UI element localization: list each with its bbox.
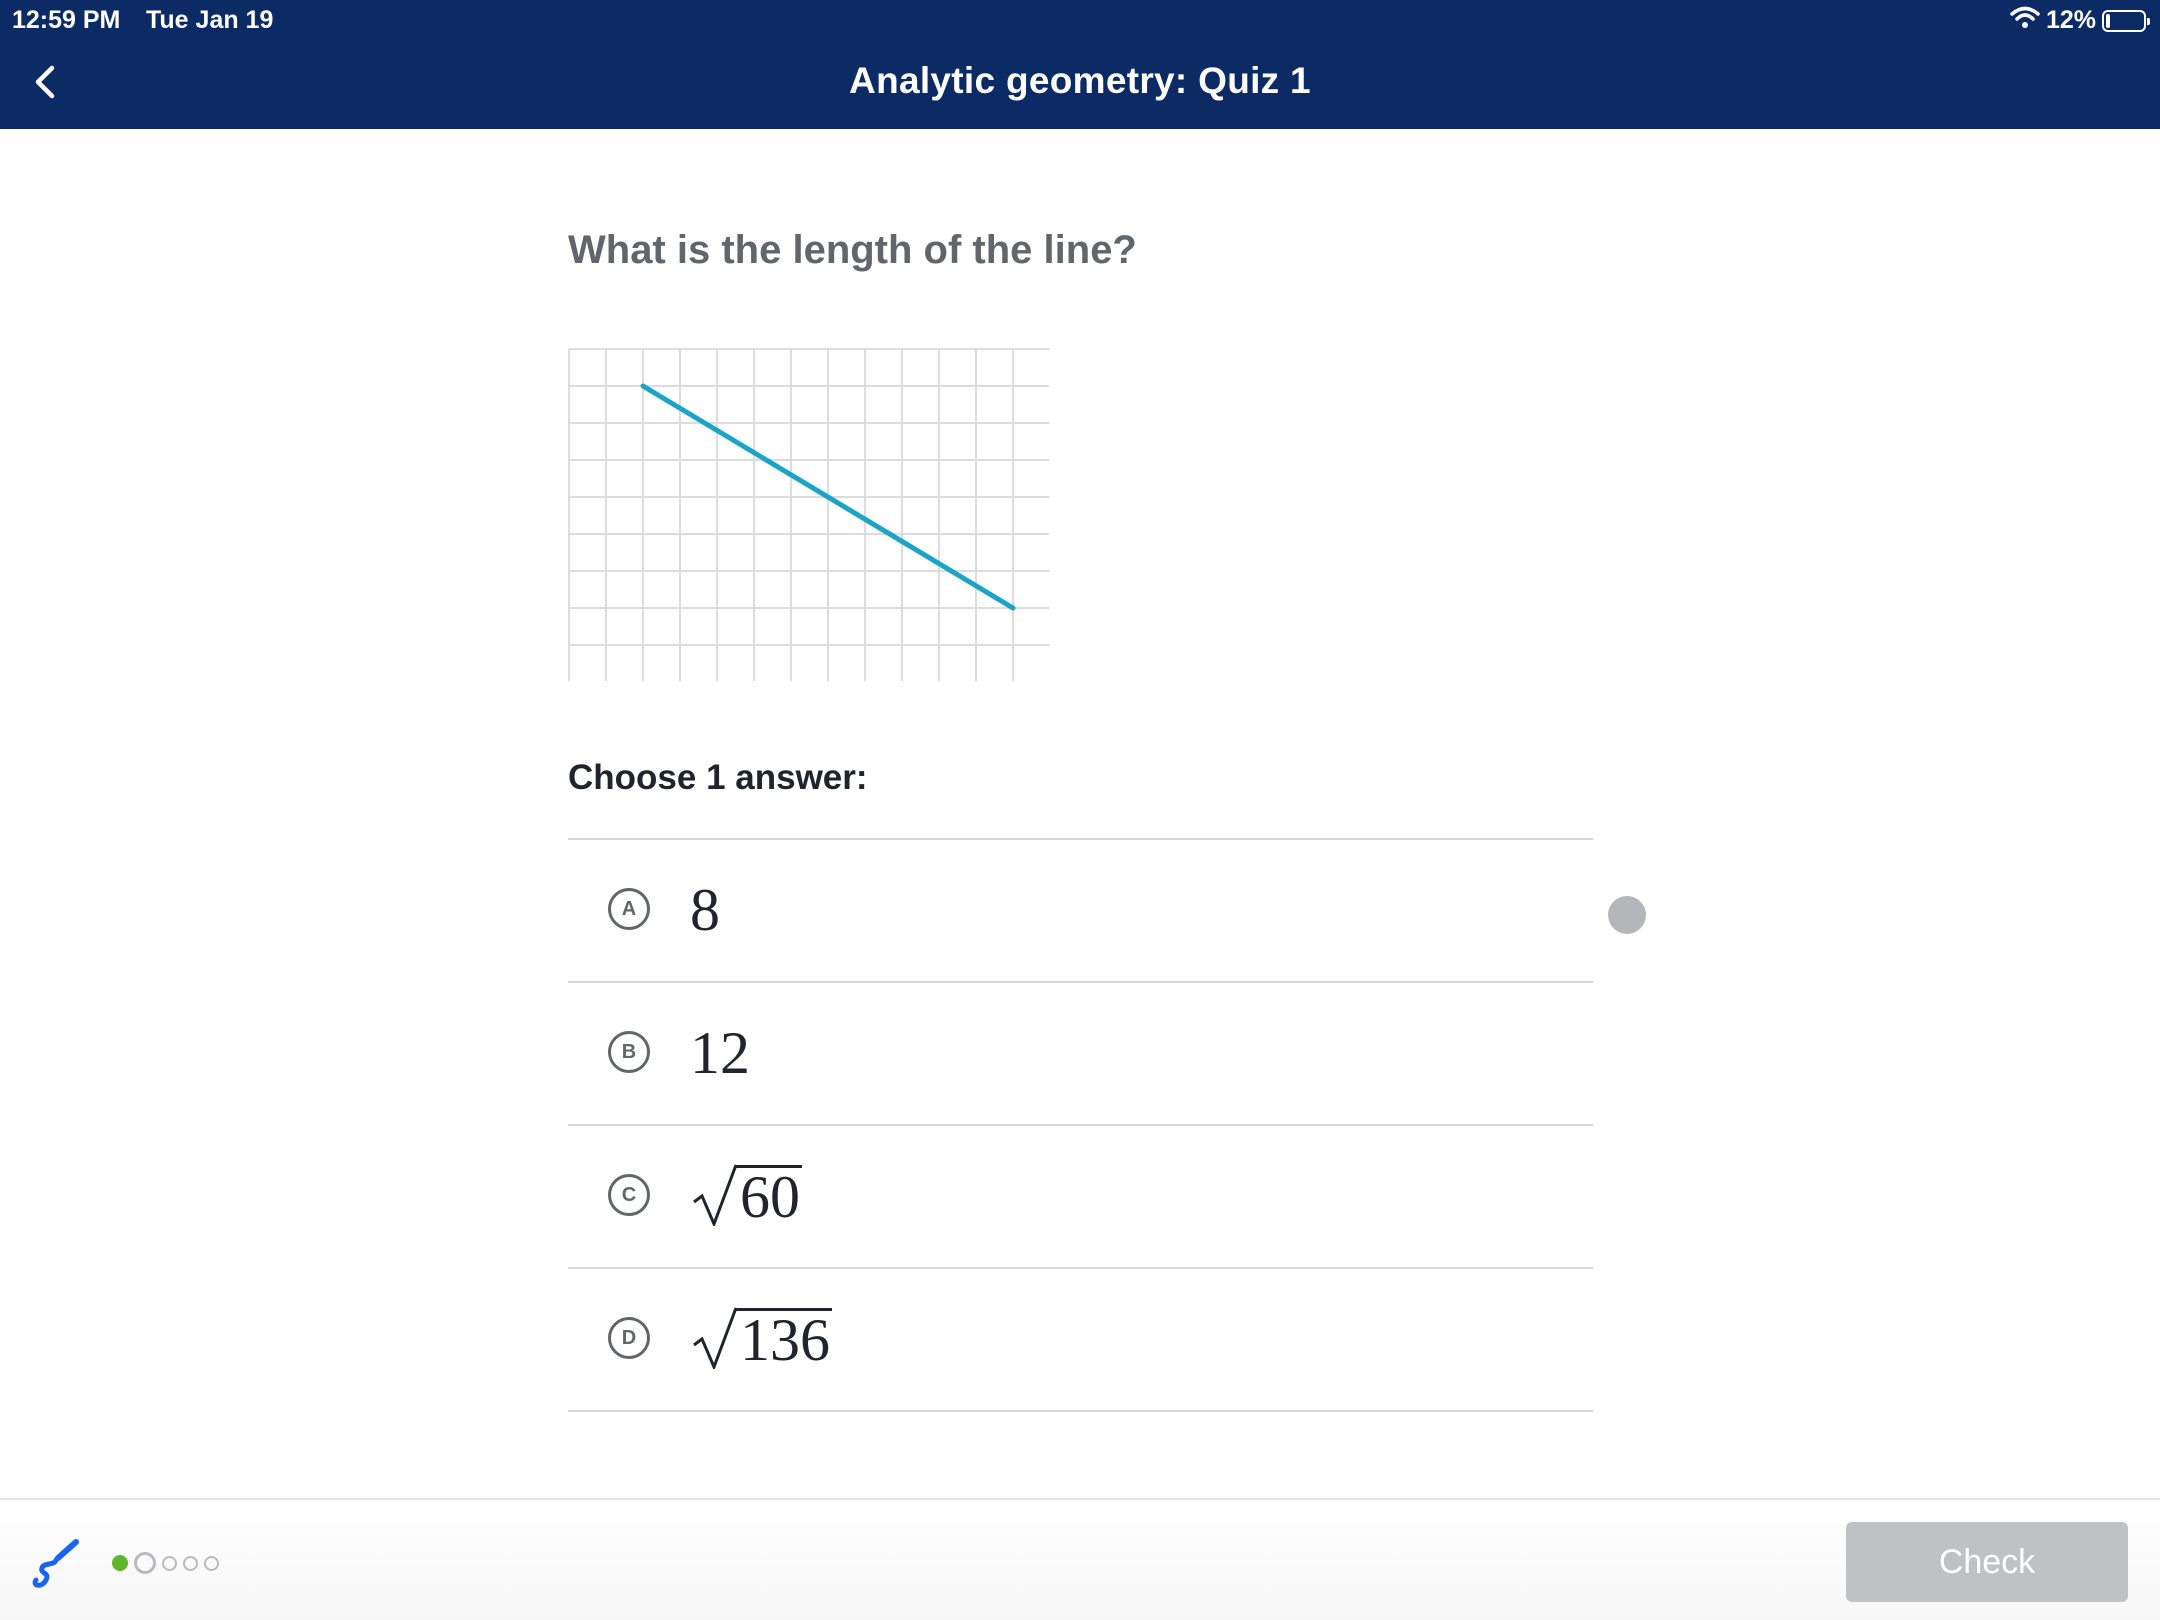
choice-value-text: 8 — [690, 877, 720, 943]
choice-value-text: 60 — [736, 1165, 802, 1227]
status-bar: 12:59 PM Tue Jan 19 12% — [0, 0, 2160, 40]
answer-choices: A 8 B 12 C 60 D 136 — [568, 838, 1593, 1412]
progress-dot — [112, 1555, 128, 1571]
choice-value: 8 — [690, 876, 720, 945]
scratchpad-pencil-icon[interactable] — [28, 1536, 84, 1592]
nav-bar: Analytic geometry: Quiz 1 — [0, 40, 2160, 129]
progress-dot — [183, 1555, 198, 1571]
choice-letter: C — [608, 1174, 650, 1216]
choice-letter: D — [608, 1317, 650, 1359]
progress-dot — [162, 1555, 177, 1571]
choice-letter: B — [608, 1031, 650, 1073]
footer-bar: Check — [0, 1498, 2160, 1620]
choice-value: 136 — [690, 1305, 832, 1370]
progress-dot — [134, 1552, 156, 1574]
page-title: Analytic geometry: Quiz 1 — [849, 60, 1311, 101]
square-root-icon — [693, 1164, 738, 1226]
choice-value: 12 — [690, 1019, 750, 1088]
choice-b[interactable]: B 12 — [568, 981, 1593, 1124]
choice-c[interactable]: C 60 — [568, 1124, 1593, 1267]
choice-a[interactable]: A 8 — [568, 838, 1593, 981]
grid-graph — [568, 348, 1051, 683]
progress-indicator — [112, 1552, 219, 1574]
square-root-icon — [693, 1307, 738, 1369]
check-button[interactable]: Check — [1846, 1522, 2128, 1602]
status-indicators: 12% — [2010, 5, 2150, 36]
scroll-indicator[interactable] — [1608, 896, 1646, 934]
wifi-icon — [2010, 5, 2040, 36]
grid-figure — [568, 348, 1051, 686]
status-date: Tue Jan 19 — [146, 6, 274, 34]
battery-icon — [2102, 9, 2150, 32]
question-prompt: What is the length of the line? — [568, 228, 1137, 272]
choice-value-text: 136 — [736, 1308, 832, 1370]
battery-level — [2106, 13, 2110, 28]
choice-value-text: 12 — [690, 1020, 750, 1086]
status-time: 12:59 PM — [12, 6, 121, 34]
battery-percent: 12% — [2045, 6, 2096, 34]
choice-d[interactable]: D 136 — [568, 1267, 1593, 1412]
choose-answer-label: Choose 1 answer: — [568, 758, 868, 797]
choice-value: 60 — [690, 1162, 802, 1227]
progress-dot — [204, 1555, 219, 1571]
choice-letter: A — [608, 888, 650, 930]
